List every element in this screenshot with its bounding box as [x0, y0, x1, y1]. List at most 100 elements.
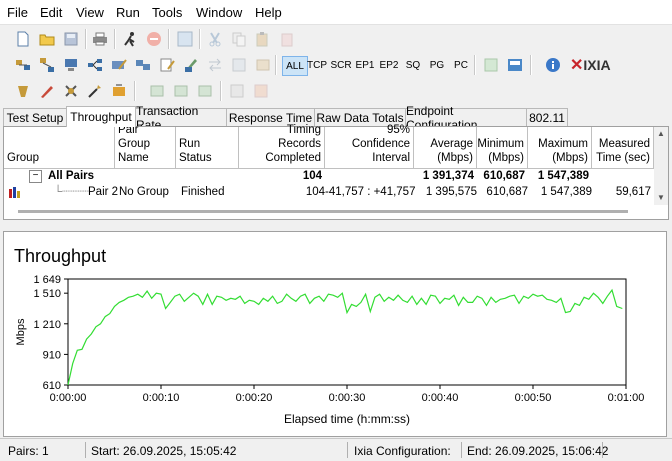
table-row-pair-2[interactable]: └┈┈┈┈ Pair 2 No Group Finished 104 -41,7…	[4, 186, 654, 201]
series-line	[67, 288, 623, 386]
wizard-icon[interactable]	[86, 82, 104, 100]
group-icon[interactable]	[228, 82, 246, 100]
swap-icon[interactable]	[206, 56, 224, 74]
status-bar: Pairs: 1 Start: 26.09.2025, 15:05:42 Ixi…	[0, 438, 672, 461]
tab-test-setup[interactable]: Test Setup	[3, 108, 67, 126]
bar-chart-icon	[9, 186, 21, 201]
grid-horizontal-scrollbar[interactable]	[4, 205, 654, 217]
run-icon[interactable]	[121, 30, 139, 48]
paste-icon[interactable]	[254, 30, 272, 48]
collapse-icon[interactable]	[172, 82, 190, 100]
pair-add-icon[interactable]	[14, 56, 32, 74]
tab-endpoint-configuration[interactable]: Endpoint Configuration	[405, 104, 527, 132]
y-tick-label: 1 649	[33, 274, 61, 286]
x-tick-label: 0:00:50	[515, 392, 552, 404]
col-header-timing-records[interactable]: Timing Records Completed	[239, 124, 325, 169]
resolve-icon[interactable]	[230, 56, 248, 74]
col-header-measured-time[interactable]: Measured Time (sec)	[592, 127, 654, 169]
results-grid: Group Pair Group Name Run Status Timing R…	[3, 124, 669, 220]
refresh-icon[interactable]	[176, 30, 194, 48]
col-header-pair-group-name[interactable]: Pair Group Name	[115, 124, 176, 169]
col-header-minimum[interactable]: Minimum (Mbps)	[477, 127, 528, 169]
row-run-status: Finished	[181, 186, 225, 198]
filter-ep1-button[interactable]: EP1	[355, 56, 375, 74]
col-header-maximum[interactable]: Maximum (Mbps)	[528, 127, 592, 169]
row-average: 1 391,374	[422, 170, 474, 182]
x-tick-label: 0:00:30	[329, 392, 366, 404]
tab-throughput[interactable]: Throughput	[66, 106, 136, 127]
export-icon[interactable]	[506, 56, 524, 74]
filter-all-button[interactable]: ALL	[282, 56, 308, 76]
stop-icon[interactable]	[145, 30, 163, 48]
menu-bar: File Edit View Run Tools Window Help	[0, 0, 672, 25]
scroll-thumb[interactable]	[18, 210, 628, 213]
col-header-average[interactable]: Average (Mbps)	[414, 127, 477, 169]
copy-icon[interactable]	[230, 30, 248, 48]
row-records: 104	[302, 170, 322, 182]
edit-graph-icon[interactable]	[38, 82, 56, 100]
expand-icon[interactable]	[148, 82, 166, 100]
endpoint-icon[interactable]	[62, 56, 80, 74]
toolbar-main	[0, 25, 672, 53]
toolbar-analysis	[0, 77, 672, 105]
menu-file[interactable]: File	[7, 5, 28, 20]
row-minimum: 610,687	[483, 170, 525, 182]
filter-scr-button[interactable]: SCR	[330, 56, 351, 74]
new-file-icon[interactable]	[14, 30, 32, 48]
open-folder-icon[interactable]	[38, 30, 56, 48]
ungroup-icon[interactable]	[252, 82, 270, 100]
network-icon[interactable]	[86, 56, 104, 74]
menu-help[interactable]: Help	[255, 5, 282, 20]
col-header-run-status[interactable]: Run Status	[176, 127, 239, 169]
save-icon[interactable]	[62, 30, 80, 48]
menu-edit[interactable]: Edit	[40, 5, 62, 20]
col-header-confidence-interval[interactable]: 95% Confidence Interval	[325, 124, 414, 169]
graph-options-icon[interactable]	[14, 82, 32, 100]
y-tick-label: 1 510	[33, 288, 61, 300]
edit-pair-icon[interactable]	[110, 56, 128, 74]
row-maximum: 1 547,389	[540, 186, 592, 198]
print-icon[interactable]	[91, 30, 109, 48]
cut-icon[interactable]	[206, 30, 224, 48]
test-settings-icon[interactable]	[110, 82, 128, 100]
row-maximum: 1 547,389	[537, 170, 589, 182]
filter-icon[interactable]	[254, 56, 272, 74]
row-group-label: All Pairs	[48, 170, 95, 182]
filter-pg-button[interactable]: PG	[427, 56, 447, 74]
menu-run[interactable]: Run	[116, 5, 140, 20]
modify-icon[interactable]	[182, 56, 200, 74]
copy-pair-icon[interactable]	[134, 56, 152, 74]
x-tick-label: 0:01:00	[608, 392, 645, 404]
row-minimum: 610,687	[486, 186, 528, 198]
delete-icon[interactable]	[278, 30, 296, 48]
collapse-toggle[interactable]: −	[29, 170, 42, 183]
x-axis-label: Elapsed time (h:mm:ss)	[284, 412, 410, 426]
sort-icon[interactable]	[196, 82, 214, 100]
row-group-name: No Group	[119, 186, 169, 198]
filter-pc-button[interactable]: PC	[451, 56, 471, 74]
status-start: Start: 26.09.2025, 15:05:42	[91, 444, 237, 458]
x-tick-label: 0:00:40	[422, 392, 459, 404]
splitter[interactable]	[0, 222, 672, 228]
toolbar-filters: ALL TCP SCR EP1 EP2 SQ PG PC ✕ IXIA	[0, 51, 672, 79]
tools-icon[interactable]	[62, 82, 80, 100]
multicast-icon[interactable]	[38, 56, 56, 74]
filter-ep2-button[interactable]: EP2	[379, 56, 399, 74]
scroll-down-icon[interactable]: ▼	[657, 193, 665, 202]
table-row-all-pairs[interactable]: − All Pairs 104 1 391,374 610,687 1 547,…	[4, 170, 654, 185]
info-icon[interactable]	[544, 56, 562, 74]
row-records: 104	[305, 186, 325, 198]
col-header-group[interactable]: Group	[4, 127, 115, 169]
grid-vertical-scrollbar[interactable]: ▲ ▼	[654, 127, 668, 205]
report-icon[interactable]	[482, 56, 500, 74]
status-end: End: 26.09.2025, 15:06:42	[467, 444, 609, 458]
tree-connector: └┈┈┈┈	[54, 186, 90, 198]
script-edit-icon[interactable]	[158, 56, 176, 74]
filter-tcp-button[interactable]: TCP	[307, 56, 327, 74]
menu-view[interactable]: View	[76, 5, 104, 20]
scroll-up-icon[interactable]: ▲	[657, 129, 665, 138]
tab-802-11[interactable]: 802.11	[526, 108, 568, 126]
menu-tools[interactable]: Tools	[152, 5, 182, 20]
filter-sq-button[interactable]: SQ	[403, 56, 423, 74]
menu-window[interactable]: Window	[196, 5, 242, 20]
